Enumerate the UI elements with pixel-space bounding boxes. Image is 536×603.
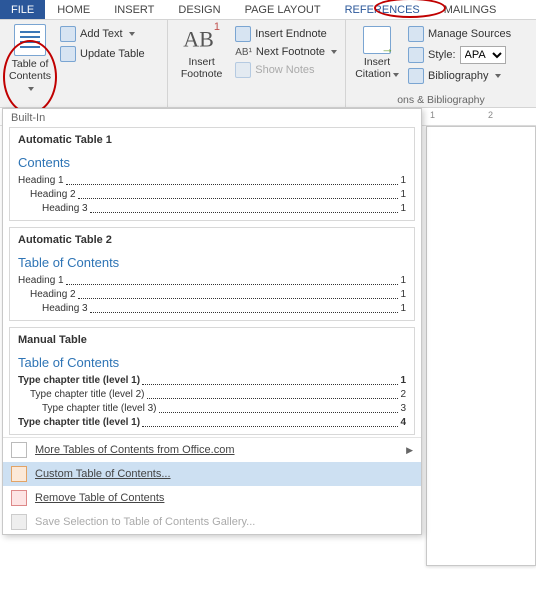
style-icon <box>408 47 424 63</box>
bibliography-icon <box>408 68 424 84</box>
menu-custom-toc[interactable]: Custom Table of Contents... <box>3 462 421 486</box>
tab-mailings[interactable]: MAILINGS <box>432 0 509 19</box>
citation-style-select[interactable]: APA <box>460 46 506 64</box>
citation-icon <box>363 26 391 54</box>
tab-file[interactable]: FILE <box>0 0 45 19</box>
group-label-citations: ons & Bibliography <box>346 94 536 106</box>
bibliography-button[interactable]: Bibliography <box>406 67 513 85</box>
chevron-right-icon: ▶ <box>406 445 413 456</box>
tab-page-layout[interactable]: PAGE LAYOUT <box>233 0 333 19</box>
insert-citation-button[interactable]: InsertCitation <box>352 22 402 85</box>
document-page[interactable] <box>426 126 536 566</box>
tab-home[interactable]: HOME <box>45 0 102 19</box>
toc-icon <box>14 24 46 56</box>
menu-remove-toc[interactable]: Remove Table of Contents <box>3 486 421 510</box>
footnote-icon: AB1 <box>174 24 229 54</box>
custom-toc-icon <box>11 466 27 482</box>
manage-sources-button[interactable]: Manage Sources <box>406 25 513 43</box>
update-table-button[interactable]: Update Table <box>58 45 147 63</box>
show-notes-button[interactable]: Show Notes <box>233 61 339 79</box>
more-icon <box>11 442 27 458</box>
gallery-item-manual-table[interactable]: Manual Table Table of Contents Type chap… <box>9 327 415 435</box>
add-text-button[interactable]: Add Text <box>58 25 147 43</box>
menu-save-selection-toc: Save Selection to Table of Contents Gall… <box>3 510 421 534</box>
insert-footnote-button[interactable]: AB1 InsertFootnote <box>174 22 229 80</box>
gallery-item-automatic-table-2[interactable]: Automatic Table 2 Table of Contents Head… <box>9 227 415 321</box>
menu-more-toc-office[interactable]: More Tables of Contents from Office.com … <box>3 438 421 462</box>
ribbon-group-toc: Table ofContents Add Text Update Table <box>0 20 168 107</box>
citation-style-control[interactable]: Style: APA <box>406 45 513 65</box>
tab-design[interactable]: DESIGN <box>166 0 232 19</box>
manage-sources-icon <box>408 26 424 42</box>
gallery-item-automatic-table-1[interactable]: Automatic Table 1 Contents Heading 11 He… <box>9 127 415 221</box>
show-notes-icon <box>235 62 251 78</box>
update-table-icon <box>60 46 76 62</box>
remove-toc-icon <box>11 490 27 506</box>
gallery-section-builtin: Built-In <box>3 109 421 126</box>
save-gallery-icon <box>11 514 27 530</box>
ribbon-group-citations: InsertCitation Manage Sources Style: APA… <box>346 20 536 107</box>
ribbon: Table ofContents Add Text Update Table A… <box>0 20 536 108</box>
endnote-icon <box>235 26 251 42</box>
tab-references[interactable]: REFERENCES <box>333 0 432 19</box>
insert-endnote-button[interactable]: Insert Endnote <box>233 25 339 43</box>
ribbon-group-footnotes: AB1 InsertFootnote Insert Endnote AB¹ Ne… <box>168 20 346 107</box>
next-footnote-button[interactable]: AB¹ Next Footnote <box>233 45 339 59</box>
gallery-footer: More Tables of Contents from Office.com … <box>3 437 421 534</box>
toc-gallery-dropdown: Built-In Automatic Table 1 Contents Head… <box>2 108 422 535</box>
add-text-icon <box>60 26 76 42</box>
ribbon-tabstrip: FILE HOME INSERT DESIGN PAGE LAYOUT REFE… <box>0 0 536 20</box>
tab-insert[interactable]: INSERT <box>102 0 166 19</box>
table-of-contents-button[interactable]: Table ofContents <box>6 22 54 88</box>
